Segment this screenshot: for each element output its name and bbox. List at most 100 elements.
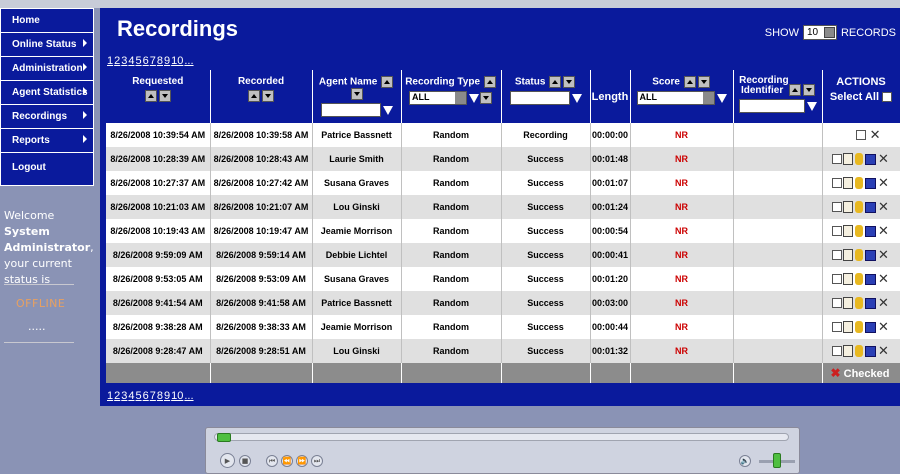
row-select-checkbox[interactable]: [832, 202, 843, 212]
page-link[interactable]: 1: [107, 55, 113, 67]
table-row[interactable]: 8/26/2008 9:41:54 AM 8/26/2008 9:41:58 A…: [106, 291, 900, 315]
sort-down-icon[interactable]: [802, 84, 815, 97]
filter-icon[interactable]: [571, 93, 582, 103]
delete-icon[interactable]: ✕: [878, 319, 889, 335]
sidebar-item-administration[interactable]: Administration: [1, 57, 93, 81]
sort-down-icon[interactable]: [262, 90, 274, 102]
edit-icon[interactable]: [843, 153, 854, 165]
page-link-more[interactable]: ...: [184, 55, 193, 67]
filter-icon[interactable]: [382, 105, 393, 115]
row-select-checkbox[interactable]: [832, 274, 843, 284]
volume-thumb[interactable]: [773, 453, 781, 468]
sidebar-item-logout[interactable]: Logout: [1, 153, 93, 181]
page-link[interactable]: 2: [114, 390, 120, 402]
table-row[interactable]: 8/26/2008 10:28:39 AM 8/26/2008 10:28:43…: [106, 147, 900, 171]
listen-icon[interactable]: [855, 297, 864, 309]
row-select-checkbox[interactable]: [832, 298, 843, 308]
listen-icon[interactable]: [855, 249, 864, 261]
row-select-checkbox[interactable]: [832, 250, 843, 260]
table-row[interactable]: 8/26/2008 10:19:43 AM 8/26/2008 10:19:47…: [106, 219, 900, 243]
sidebar-item-online-status[interactable]: Online Status: [1, 33, 93, 57]
volume-icon[interactable]: 🔈: [739, 455, 751, 467]
row-select-checkbox[interactable]: [856, 130, 867, 140]
page-link[interactable]: 4: [128, 55, 134, 67]
sort-up-icon[interactable]: [483, 76, 496, 88]
edit-icon[interactable]: [843, 321, 854, 333]
listen-icon[interactable]: [855, 201, 864, 213]
edit-icon[interactable]: [843, 297, 854, 309]
table-row[interactable]: 8/26/2008 9:59:09 AM 8/26/2008 9:59:14 A…: [106, 243, 900, 267]
page-link[interactable]: 2: [114, 55, 120, 67]
filter-icon[interactable]: [716, 93, 727, 103]
page-link[interactable]: 8: [157, 390, 163, 402]
page-link[interactable]: 8: [157, 55, 163, 67]
records-per-page-select[interactable]: 10: [802, 25, 837, 40]
sidebar-item-recordings[interactable]: Recordings: [1, 105, 93, 129]
page-link[interactable]: 7: [150, 55, 156, 67]
recording-type-filter-select[interactable]: ALL: [409, 91, 467, 105]
recording-identifier-filter-input[interactable]: [738, 99, 805, 114]
save-icon[interactable]: [865, 249, 877, 261]
listen-icon[interactable]: [855, 345, 864, 357]
delete-icon[interactable]: ✕: [878, 223, 889, 239]
filter-icon[interactable]: [806, 101, 817, 111]
page-link[interactable]: 6: [143, 55, 149, 67]
seek-thumb[interactable]: [217, 433, 231, 442]
save-icon[interactable]: [865, 297, 877, 309]
sort-up-icon[interactable]: [381, 76, 394, 88]
save-icon[interactable]: [865, 225, 877, 237]
sort-up-icon[interactable]: [788, 84, 801, 97]
fast-forward-button[interactable]: ⏩: [296, 455, 308, 467]
score-filter-select[interactable]: ALL: [636, 91, 715, 105]
delete-icon[interactable]: ✕: [878, 199, 889, 215]
sort-up-icon[interactable]: [248, 90, 260, 102]
save-icon[interactable]: [865, 153, 877, 165]
page-link[interactable]: 5: [136, 390, 142, 402]
delete-icon[interactable]: ✕: [878, 271, 889, 287]
edit-icon[interactable]: [843, 345, 854, 357]
save-icon[interactable]: [865, 345, 877, 357]
row-select-checkbox[interactable]: [832, 226, 843, 236]
page-link[interactable]: 3: [121, 55, 127, 67]
page-link[interactable]: 6: [143, 390, 149, 402]
save-icon[interactable]: [865, 273, 877, 285]
delete-checked-button[interactable]: ✖ Checked: [822, 363, 900, 383]
delete-icon[interactable]: ✕: [870, 127, 881, 143]
status-filter-input[interactable]: [509, 91, 570, 105]
sidebar-item-home[interactable]: Home: [1, 9, 93, 33]
sort-down-icon[interactable]: [697, 76, 710, 88]
edit-icon[interactable]: [843, 249, 854, 261]
sort-down-icon[interactable]: [563, 76, 576, 88]
page-link[interactable]: 4: [128, 390, 134, 402]
select-all-checkbox[interactable]: [882, 92, 893, 103]
row-select-checkbox[interactable]: [832, 346, 843, 356]
page-link[interactable]: 7: [150, 390, 156, 402]
page-link[interactable]: 9: [164, 55, 170, 67]
table-row[interactable]: 8/26/2008 9:53:05 AM 8/26/2008 9:53:09 A…: [106, 267, 900, 291]
edit-icon[interactable]: [843, 201, 854, 213]
delete-icon[interactable]: ✕: [878, 295, 889, 311]
row-select-checkbox[interactable]: [832, 322, 843, 332]
table-row[interactable]: 8/26/2008 10:39:54 AM 8/26/2008 10:39:58…: [106, 123, 900, 147]
table-row[interactable]: 8/26/2008 10:27:37 AM 8/26/2008 10:27:42…: [106, 171, 900, 195]
table-row[interactable]: 8/26/2008 10:21:03 AM 8/26/2008 10:21:07…: [106, 195, 900, 219]
page-link-more[interactable]: ...: [184, 390, 193, 402]
listen-icon[interactable]: [855, 153, 864, 165]
page-link[interactable]: 9: [164, 390, 170, 402]
stop-button[interactable]: ■: [239, 455, 251, 467]
sidebar-item-reports[interactable]: Reports: [1, 129, 93, 153]
delete-icon[interactable]: ✕: [878, 151, 889, 167]
sidebar-item-agent-statistics[interactable]: Agent Statistics: [1, 81, 93, 105]
seek-bar[interactable]: [214, 433, 789, 442]
listen-icon[interactable]: [855, 321, 864, 333]
listen-icon[interactable]: [855, 273, 864, 285]
page-link[interactable]: 5: [136, 55, 142, 67]
filter-icon[interactable]: [469, 93, 479, 103]
sort-up-icon[interactable]: [144, 90, 157, 102]
table-row[interactable]: 8/26/2008 9:28:47 AM 8/26/2008 9:28:51 A…: [106, 339, 900, 363]
sort-down-icon[interactable]: [350, 88, 363, 100]
table-row[interactable]: 8/26/2008 9:38:28 AM 8/26/2008 9:38:33 A…: [106, 315, 900, 339]
listen-icon[interactable]: [855, 177, 864, 189]
sort-down-icon[interactable]: [480, 92, 492, 104]
save-icon[interactable]: [865, 321, 877, 333]
